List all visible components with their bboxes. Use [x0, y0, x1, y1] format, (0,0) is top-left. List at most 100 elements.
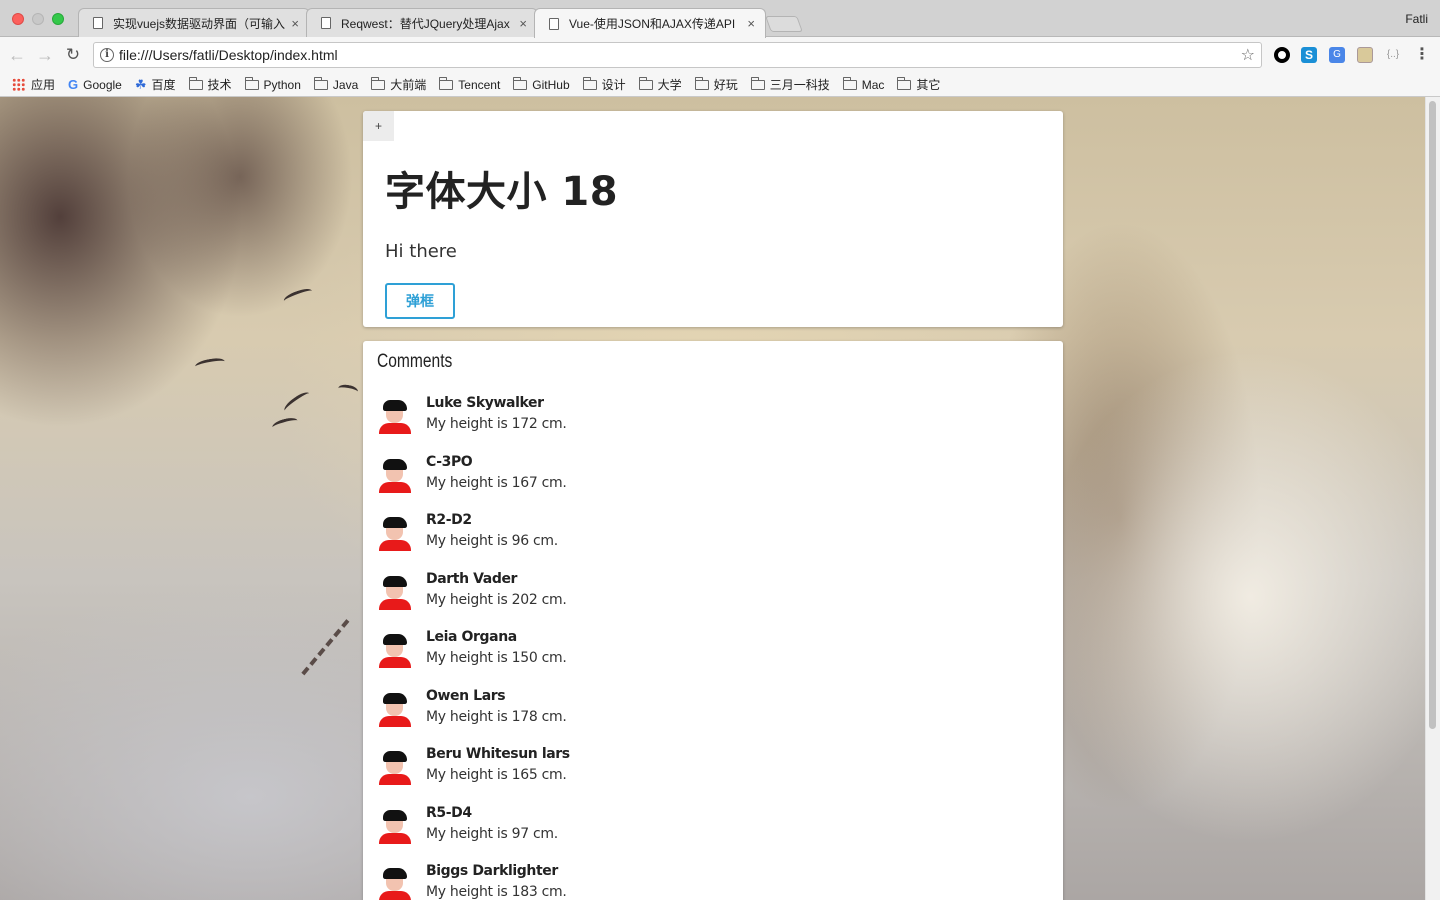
json-extension-icon[interactable]: {..}: [1385, 47, 1401, 63]
page-viewport: + 字体大小 18 Hi there 弹框 Comments Luke Skyw…: [0, 97, 1440, 900]
comment-item: Beru Whitesun lars My height is 165 cm.: [377, 746, 1037, 796]
greeting-text: Hi there: [385, 241, 457, 262]
comment-text: My height is 96 cm.: [426, 533, 558, 549]
comment-author: Owen Lars: [426, 688, 506, 704]
bookmark-label: 设计: [601, 78, 626, 92]
page-scrollbar[interactable]: [1425, 97, 1440, 900]
tab-reqwest[interactable]: Reqwest：替代JQuery处理Ajax ×: [306, 8, 538, 37]
zoom-window-button[interactable]: [52, 13, 64, 25]
comment-text: My height is 183 cm.: [426, 884, 567, 900]
comments-card: Comments Luke Skywalker My height is 172…: [363, 341, 1063, 900]
comment-item: Leia Organa My height is 150 cm.: [377, 629, 1037, 679]
bookmark-baidu[interactable]: ☘ 百度: [135, 76, 176, 93]
bookmark-folder[interactable]: 其它: [897, 76, 940, 93]
bookmark-google[interactable]: G Google: [68, 77, 122, 92]
scrollbar-thumb[interactable]: [1429, 101, 1436, 729]
folder-icon: [582, 76, 597, 90]
bookmark-folder[interactable]: Java: [313, 76, 358, 92]
comment-author: Luke Skywalker: [426, 395, 544, 411]
bookmark-folder[interactable]: 设计: [582, 76, 626, 93]
bookmark-folder[interactable]: 好玩: [694, 76, 738, 93]
avatar: [377, 749, 413, 785]
comment-author: R2-D2: [426, 512, 472, 528]
reload-icon[interactable]: ↻: [63, 45, 83, 65]
avatar: [377, 515, 413, 551]
bookmark-apps[interactable]: 应用: [12, 76, 55, 93]
bookmark-label: GitHub: [532, 77, 570, 92]
avatar: [377, 691, 413, 727]
folder-icon: [897, 76, 912, 90]
document-icon: [93, 17, 103, 29]
minimize-window-button[interactable]: [32, 13, 44, 25]
comment-text: My height is 178 cm.: [426, 709, 567, 725]
tab-vue-json-ajax[interactable]: Vue-使用JSON和AJAX传递API ×: [534, 8, 766, 38]
font-size-increase-button[interactable]: +: [363, 111, 394, 141]
alert-button[interactable]: 弹框: [385, 283, 455, 319]
bookmark-label: 好玩: [713, 78, 738, 92]
tab-vuejs[interactable]: 实现vuejs数据驱动界面（可输入 ×: [78, 8, 310, 37]
comment-author: Biggs Darklighter: [426, 863, 558, 879]
comment-author: C-3PO: [426, 454, 473, 470]
kebab-menu-icon[interactable]: ⋮: [1414, 47, 1430, 63]
bookmark-folder[interactable]: Python: [244, 76, 301, 92]
tab-title: 实现vuejs数据驱动界面（可输入: [113, 16, 286, 31]
comment-author: R5-D4: [426, 805, 472, 821]
bookmark-folder[interactable]: 三月一科技: [750, 76, 830, 93]
bookmark-label: 百度: [151, 78, 176, 92]
comment-item: Biggs Darklighter My height is 183 cm.: [377, 863, 1037, 900]
comments-title: Comments: [377, 351, 453, 372]
new-tab-button[interactable]: [765, 16, 803, 32]
folder-icon: [371, 76, 386, 90]
comment-author: Beru Whitesun lars: [426, 746, 570, 762]
close-window-button[interactable]: [12, 13, 24, 25]
bookmark-folder[interactable]: 技术: [188, 76, 232, 93]
folder-icon: [313, 76, 328, 90]
image-extension-icon[interactable]: [1357, 47, 1373, 63]
bookmark-label: 大学: [657, 78, 682, 92]
bookmark-folder[interactable]: GitHub: [513, 76, 570, 92]
bookmark-folder[interactable]: Mac: [842, 76, 884, 92]
bird-illustration: [194, 356, 226, 372]
bookmark-label: 应用: [31, 78, 56, 92]
tab-close-icon[interactable]: ×: [519, 16, 527, 31]
document-icon: [321, 17, 331, 29]
star-icon[interactable]: ☆: [1241, 45, 1255, 65]
header-card: + 字体大小 18 Hi there 弹框: [363, 111, 1063, 327]
bookmark-label: Google: [83, 77, 122, 92]
bookmarks-bar: 应用 G Google ☘ 百度 技术 Python Java 大前端 Tencen…: [0, 73, 1440, 97]
extension-ring-icon[interactable]: [1274, 47, 1290, 63]
profile-name[interactable]: Fatli: [1405, 12, 1428, 26]
arrow-left-icon[interactable]: ←: [7, 45, 27, 65]
page-heading: 字体大小 18: [385, 169, 619, 215]
bird-illustration: [282, 286, 314, 306]
folder-icon: [638, 76, 653, 90]
apps-grid-icon: [12, 78, 25, 91]
comment-item: C-3PO My height is 167 cm.: [377, 454, 1037, 504]
comment-text: My height is 172 cm.: [426, 416, 567, 432]
comment-item: Owen Lars My height is 178 cm.: [377, 688, 1037, 738]
comment-item: Luke Skywalker My height is 172 cm.: [377, 395, 1037, 445]
bookmark-folder[interactable]: 大前端: [371, 76, 426, 93]
arrow-right-icon[interactable]: →: [35, 45, 55, 65]
bookmark-folder[interactable]: 大学: [638, 76, 682, 93]
comment-text: My height is 167 cm.: [426, 475, 567, 491]
extension-s-icon[interactable]: S: [1301, 47, 1317, 63]
url-input[interactable]: [119, 45, 1219, 65]
tab-close-icon[interactable]: ×: [291, 16, 299, 31]
address-bar[interactable]: i ☆: [93, 42, 1262, 68]
avatar: [377, 574, 413, 610]
avatar: [377, 866, 413, 900]
bookmark-folder[interactable]: Tencent: [439, 76, 501, 92]
translate-icon[interactable]: G: [1329, 47, 1345, 63]
tab-strip: 实现vuejs数据驱动界面（可输入 × Reqwest：替代JQuery处理Aj…: [0, 0, 1440, 38]
tab-close-icon[interactable]: ×: [747, 16, 755, 31]
info-icon[interactable]: i: [100, 48, 114, 62]
avatar: [377, 457, 413, 493]
comment-item: R2-D2 My height is 96 cm.: [377, 512, 1037, 562]
bookmark-label: Tencent: [458, 77, 501, 92]
document-icon: [549, 17, 559, 30]
comment-text: My height is 165 cm.: [426, 767, 567, 783]
comment-text: My height is 150 cm.: [426, 650, 567, 666]
folder-icon: [750, 76, 765, 90]
bookmark-label: 三月一科技: [769, 78, 830, 92]
